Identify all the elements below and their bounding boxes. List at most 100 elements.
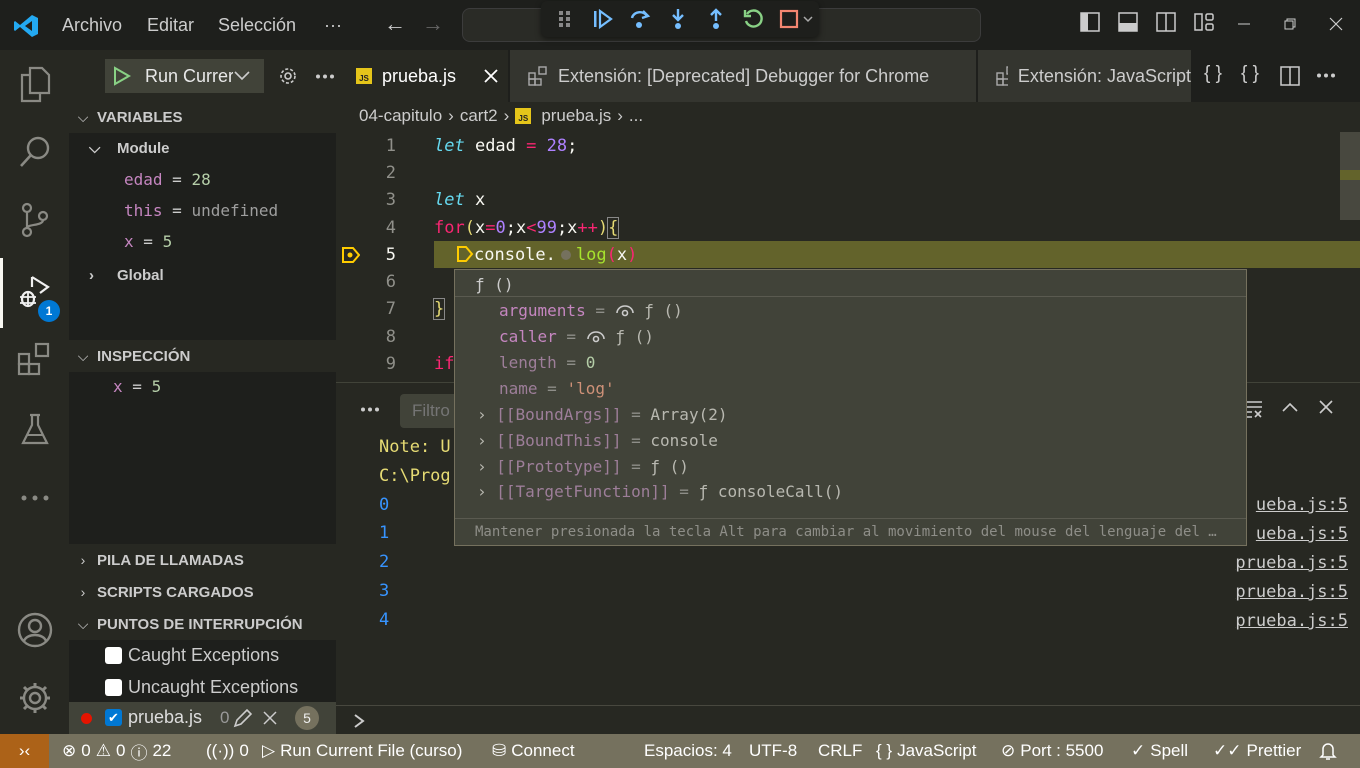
toggle-secondary-sidebar-icon[interactable] bbox=[1156, 12, 1176, 32]
activity-search[interactable] bbox=[0, 122, 69, 182]
menu-more[interactable]: ··· bbox=[324, 15, 342, 36]
breakpoints-section-header[interactable]: ⌵ PUNTOS DE INTERRUPCIÓN bbox=[69, 608, 336, 640]
source-link[interactable]: prueba.js:5 bbox=[1235, 553, 1348, 573]
inline-breakpoint-icon bbox=[457, 245, 474, 262]
breadcrumb-folder[interactable]: cart2 bbox=[460, 106, 498, 126]
activity-extensions[interactable] bbox=[0, 330, 69, 390]
spell-indicator[interactable]: ✓ Spell bbox=[1131, 734, 1188, 768]
panel-more-icon[interactable] bbox=[360, 407, 380, 412]
toggle-primary-sidebar-icon[interactable] bbox=[1080, 12, 1100, 32]
maximize-panel-icon[interactable] bbox=[1281, 401, 1299, 413]
checkbox[interactable] bbox=[105, 678, 122, 696]
debug-config-indicator[interactable]: ▷ Run Current File (curso) bbox=[262, 734, 462, 768]
watch-expression[interactable]: x = 5 bbox=[113, 371, 161, 401]
hover-prop-expandable[interactable]: › [[BoundArgs]] = Array(2) bbox=[477, 401, 727, 427]
variable-row[interactable]: this = undefined bbox=[124, 195, 278, 225]
edit-pencil-icon[interactable] bbox=[231, 708, 253, 730]
breakpoint-uncaught-exceptions[interactable]: Uncaught Exceptions bbox=[105, 672, 298, 702]
close-window-icon[interactable] bbox=[1328, 16, 1344, 32]
menu-seleccion[interactable]: Selección bbox=[218, 15, 296, 36]
ports-indicator[interactable]: ((·)) 0 bbox=[206, 734, 249, 768]
breadcrumb-symbol[interactable]: ... bbox=[629, 106, 643, 126]
stop-icon[interactable] bbox=[779, 7, 819, 31]
eye-icon[interactable] bbox=[586, 329, 606, 343]
tab-extension-javascript[interactable]: Extensión: JavaScript bbox=[978, 50, 1192, 102]
indentation-indicator[interactable]: Espacios: 4 bbox=[644, 734, 732, 768]
step-into-icon[interactable] bbox=[666, 7, 690, 31]
callstack-section-header[interactable]: › PILA DE LLAMADAS bbox=[69, 544, 336, 576]
editor-more-actions-icon[interactable] bbox=[1316, 73, 1336, 78]
variables-section-header[interactable]: ⌵ VARIABLES bbox=[69, 101, 336, 133]
activity-manage[interactable] bbox=[0, 668, 69, 728]
braces-action-icon[interactable]: { } bbox=[1204, 63, 1222, 85]
hover-prop-expandable[interactable]: › [[Prototype]] = ƒ () bbox=[477, 453, 689, 479]
eol-indicator[interactable]: CRLF bbox=[818, 734, 862, 768]
hover-prop[interactable]: length = 0 bbox=[499, 349, 595, 375]
live-server-indicator[interactable]: ⊘ Port : 5500 bbox=[1001, 734, 1103, 768]
hover-prop[interactable]: caller = ƒ () bbox=[499, 323, 654, 349]
breadcrumb-file[interactable]: prueba.js bbox=[541, 106, 611, 126]
activity-run-debug[interactable]: 1 bbox=[0, 258, 69, 328]
activity-testing[interactable] bbox=[0, 400, 69, 460]
menu-archivo[interactable]: Archivo bbox=[62, 15, 122, 36]
restore-icon[interactable] bbox=[1282, 16, 1298, 32]
more-actions-icon[interactable] bbox=[315, 74, 335, 79]
braces-action-icon-2[interactable]: { } bbox=[1241, 63, 1259, 85]
menu-editar[interactable]: Editar bbox=[147, 15, 194, 36]
forward-arrow-icon[interactable]: → bbox=[422, 11, 444, 37]
toggle-panel-icon[interactable] bbox=[1118, 12, 1138, 32]
close-tab-icon[interactable] bbox=[484, 69, 498, 83]
breakpoint-caught-exceptions[interactable]: Caught Exceptions bbox=[105, 640, 279, 670]
breakpoint-row-prueba[interactable]: ✔ prueba.js 0 5 bbox=[69, 702, 336, 734]
source-link[interactable]: ueba.js:5 bbox=[1256, 524, 1348, 544]
minimize-icon[interactable] bbox=[1236, 16, 1252, 32]
checkbox-checked[interactable]: ✔ bbox=[105, 709, 122, 726]
tab-prueba-js[interactable]: JS prueba.js bbox=[336, 50, 509, 102]
hover-prop-expandable[interactable]: › [[BoundThis]] = console bbox=[477, 427, 718, 453]
chevron-right-icon: › bbox=[503, 106, 510, 125]
notifications-bell-icon[interactable] bbox=[1318, 734, 1338, 768]
connect-indicator[interactable]: ⛁ Connect bbox=[492, 734, 575, 768]
step-out-icon[interactable] bbox=[704, 7, 728, 31]
split-editor-icon[interactable] bbox=[1280, 66, 1300, 86]
start-debug-icon[interactable] bbox=[113, 66, 131, 86]
breadcrumb-folder[interactable]: 04-capitulo bbox=[359, 106, 442, 126]
run-config-select[interactable]: Run Currer bbox=[105, 59, 264, 93]
encoding-indicator[interactable]: UTF-8 bbox=[749, 734, 797, 768]
continue-icon[interactable] bbox=[591, 7, 615, 31]
back-arrow-icon[interactable]: ← bbox=[384, 11, 406, 37]
console-repl-input[interactable] bbox=[376, 707, 1336, 735]
remove-breakpoint-icon[interactable] bbox=[263, 711, 277, 725]
debug-hover-widget[interactable]: ƒ () arguments = ƒ () caller = ƒ () leng… bbox=[454, 269, 1247, 546]
drag-handle-icon[interactable] bbox=[553, 7, 577, 31]
code-line: let edad = 28; bbox=[434, 135, 578, 156]
source-link[interactable]: prueba.js:5 bbox=[1235, 582, 1348, 602]
loaded-scripts-section-header[interactable]: › SCRIPTS CARGADOS bbox=[69, 576, 336, 608]
customize-layout-icon[interactable] bbox=[1194, 12, 1214, 32]
activity-more[interactable] bbox=[0, 468, 69, 528]
scope-global[interactable]: › Global bbox=[89, 260, 164, 290]
hover-prop[interactable]: arguments = ƒ () bbox=[499, 297, 683, 323]
source-link[interactable]: prueba.js:5 bbox=[1235, 611, 1348, 631]
scope-module[interactable]: ⌵ Module bbox=[89, 133, 170, 163]
variable-row[interactable]: x = 5 bbox=[124, 226, 172, 256]
checkbox[interactable] bbox=[105, 646, 122, 664]
restart-icon[interactable] bbox=[741, 7, 765, 31]
close-panel-icon[interactable] bbox=[1319, 400, 1333, 414]
eye-icon[interactable] bbox=[615, 303, 635, 317]
activity-source-control[interactable] bbox=[0, 190, 69, 250]
prettier-indicator[interactable]: ✓✓ Prettier bbox=[1213, 734, 1301, 768]
variable-row[interactable]: edad = 28 bbox=[124, 164, 211, 194]
tab-extension-debugger-chrome[interactable]: Extensión: [Deprecated] Debugger for Chr… bbox=[510, 50, 977, 102]
activity-explorer[interactable] bbox=[0, 54, 69, 114]
problems-indicator[interactable]: ⊗ 0 ⚠ 0 ⓘ 22 bbox=[62, 734, 171, 768]
step-over-icon[interactable] bbox=[628, 7, 652, 31]
remote-indicator[interactable]: ›‹ bbox=[0, 734, 49, 768]
open-launch-json-gear-icon[interactable] bbox=[277, 65, 299, 87]
language-indicator[interactable]: { } JavaScript bbox=[876, 734, 976, 768]
hover-prop[interactable]: name = 'log' bbox=[499, 375, 615, 401]
watch-section-header[interactable]: ⌵ INSPECCIÓN bbox=[69, 340, 336, 372]
source-link[interactable]: ueba.js:5 bbox=[1256, 495, 1348, 515]
activity-accounts[interactable] bbox=[0, 600, 69, 660]
hover-prop-expandable[interactable]: › [[TargetFunction]] = ƒ consoleCall() bbox=[477, 478, 843, 504]
